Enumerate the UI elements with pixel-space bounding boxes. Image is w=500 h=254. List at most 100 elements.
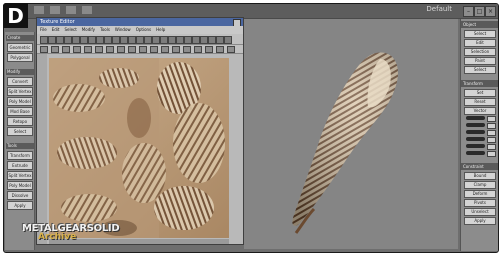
- menu-item[interactable]: [34, 6, 44, 14]
- value-spinner[interactable]: [487, 151, 496, 157]
- left-panel-button-split-vertex[interactable]: Split Vertex: [7, 87, 33, 96]
- toolbar-tool-icon[interactable]: [56, 36, 64, 44]
- value-slider[interactable]: [466, 151, 485, 155]
- minimize-icon[interactable]: –: [463, 6, 474, 17]
- value-slider[interactable]: [466, 130, 485, 134]
- toolbar-option-icon[interactable]: [51, 46, 59, 53]
- toolbar-tool-icon[interactable]: [184, 36, 192, 44]
- toolbar-option-icon[interactable]: [172, 46, 180, 53]
- toolbar-tool-icon[interactable]: [128, 36, 136, 44]
- toolbar-tool-icon[interactable]: [168, 36, 176, 44]
- maximize-icon[interactable]: □: [474, 6, 485, 17]
- right-panel-button-clamp[interactable]: Clamp: [464, 181, 496, 189]
- toolbar-option-icon[interactable]: [227, 46, 235, 53]
- value-slider[interactable]: [466, 137, 485, 141]
- left-panel-button-poly-model[interactable]: Poly Model: [7, 181, 33, 190]
- value-spinner[interactable]: [487, 144, 496, 150]
- texture-canvas[interactable]: [49, 58, 229, 238]
- toolbar-tool-icon[interactable]: [192, 36, 200, 44]
- left-panel-button-geometric[interactable]: Geometric: [7, 43, 33, 52]
- toolbar-option-icon[interactable]: [161, 46, 169, 53]
- right-panel-button-vector[interactable]: Vector: [464, 107, 496, 115]
- toolbar-tool-icon[interactable]: [120, 36, 128, 44]
- right-panel-button-deform[interactable]: Deform: [464, 190, 496, 198]
- toolbar-tool-icon[interactable]: [112, 36, 120, 44]
- value-spinner[interactable]: [487, 123, 496, 129]
- texture-menu-window[interactable]: Window: [115, 26, 131, 34]
- left-panel-button-convert[interactable]: Convert: [7, 77, 33, 86]
- toolbar-tool-icon[interactable]: [48, 36, 56, 44]
- toolbar-tool-icon[interactable]: [40, 36, 48, 44]
- toolbar-tool-icon[interactable]: [200, 36, 208, 44]
- toolbar-tool-icon[interactable]: [96, 36, 104, 44]
- toolbar-option-icon[interactable]: [194, 46, 202, 53]
- texture-editor-title-bar[interactable]: Texture Editor: [37, 18, 243, 27]
- right-panel-button-selection[interactable]: Selection: [464, 48, 496, 56]
- toolbar-option-icon[interactable]: [62, 46, 70, 53]
- texture-menu-options[interactable]: Options: [136, 26, 151, 34]
- toolbar-option-icon[interactable]: [139, 46, 147, 53]
- close-icon[interactable]: ×: [485, 6, 496, 17]
- value-slider[interactable]: [466, 123, 485, 127]
- right-panel-button-select[interactable]: Select: [464, 66, 496, 74]
- toolbar-option-icon[interactable]: [84, 46, 92, 53]
- toolbar-tool-icon[interactable]: [80, 36, 88, 44]
- left-panel-button-split-vertex[interactable]: Split Vertex: [7, 171, 33, 180]
- toolbar-option-icon[interactable]: [128, 46, 136, 53]
- toolbar-option-icon[interactable]: [183, 46, 191, 53]
- left-panel-button-dissolve[interactable]: Dissolve: [7, 191, 33, 200]
- right-panel-button-bound[interactable]: Bound: [464, 172, 496, 180]
- menu-item[interactable]: [66, 6, 76, 14]
- value-spinner[interactable]: [487, 116, 496, 122]
- texture-menu-tools[interactable]: Tools: [100, 26, 110, 34]
- toolbar-tool-icon[interactable]: [64, 36, 72, 44]
- toolbar-option-icon[interactable]: [106, 46, 114, 53]
- toolbar-option-icon[interactable]: [150, 46, 158, 53]
- 3d-viewport[interactable]: [244, 19, 458, 249]
- toolbar-tool-icon[interactable]: [152, 36, 160, 44]
- texture-menu-select[interactable]: Select: [64, 26, 76, 34]
- left-panel-button-select[interactable]: Select: [7, 127, 33, 136]
- right-panel-button-select[interactable]: Select: [464, 30, 496, 38]
- left-panel-button-mod-base[interactable]: Mod Base: [7, 107, 33, 116]
- toolbar-option-icon[interactable]: [73, 46, 81, 53]
- right-panel-button-apply[interactable]: Apply: [464, 217, 496, 225]
- left-panel-button-apply[interactable]: Apply: [7, 201, 33, 210]
- toolbar-tool-icon[interactable]: [104, 36, 112, 44]
- toolbar-tool-icon[interactable]: [208, 36, 216, 44]
- toolbar-tool-icon[interactable]: [160, 36, 168, 44]
- texture-menu-file[interactable]: File: [40, 26, 47, 34]
- right-panel-button-reset[interactable]: Reset: [464, 98, 496, 106]
- toolbar-tool-icon[interactable]: [136, 36, 144, 44]
- toolbar-option-icon[interactable]: [95, 46, 103, 53]
- menu-item[interactable]: [82, 6, 92, 14]
- toolbar-tool-icon[interactable]: [176, 36, 184, 44]
- value-spinner[interactable]: [487, 130, 496, 136]
- left-panel-button-transform[interactable]: Transform: [7, 151, 33, 160]
- toolbar-tool-icon[interactable]: [224, 36, 232, 44]
- toolbar-tool-icon[interactable]: [216, 36, 224, 44]
- right-panel-button-edit[interactable]: Edit: [464, 39, 496, 47]
- left-panel-button-retopo[interactable]: Retopo: [7, 117, 33, 126]
- toolbar-tool-icon[interactable]: [72, 36, 80, 44]
- toolbar-option-icon[interactable]: [205, 46, 213, 53]
- value-spinner[interactable]: [487, 137, 496, 143]
- toolbar-option-icon[interactable]: [117, 46, 125, 53]
- value-slider[interactable]: [466, 116, 485, 120]
- texture-menu-edit[interactable]: Edit: [52, 26, 60, 34]
- toolbar-tool-icon[interactable]: [88, 36, 96, 44]
- menu-item[interactable]: [50, 6, 60, 14]
- left-panel-button-polygonal[interactable]: Polygonal: [7, 53, 33, 62]
- toolbar-tool-icon[interactable]: [144, 36, 152, 44]
- left-panel-button-extrude[interactable]: Extrude: [7, 161, 33, 170]
- value-slider[interactable]: [466, 144, 485, 148]
- texture-menu-modify[interactable]: Modify: [82, 26, 95, 34]
- left-panel-button-poly-model[interactable]: Poly Model: [7, 97, 33, 106]
- toolbar-option-icon[interactable]: [40, 46, 48, 53]
- right-panel-button-paint[interactable]: Paint: [464, 57, 496, 65]
- texture-menu-help[interactable]: Help: [156, 26, 165, 34]
- right-panel-button-unselect[interactable]: Unselect: [464, 208, 496, 216]
- toolbar-option-icon[interactable]: [216, 46, 224, 53]
- right-panel-button-pivots[interactable]: Pivots: [464, 199, 496, 207]
- top-menu-bar[interactable]: [34, 6, 92, 14]
